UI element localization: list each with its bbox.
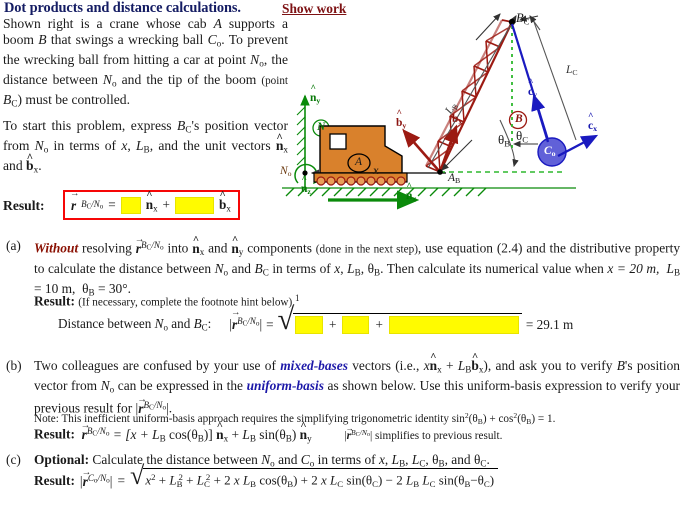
label-No: No: [280, 165, 292, 179]
problem-page: Dot products and distance calculations. …: [0, 0, 684, 512]
label-thetaC: θC: [516, 128, 529, 145]
part-c-marker: (c): [6, 452, 21, 467]
point-AB: [437, 169, 443, 175]
result-label-c: Result:: [34, 472, 75, 488]
plus-sign: +: [162, 197, 170, 212]
part-a-result-line: Result: (If necessary, complete the foot…: [34, 291, 300, 311]
crane-diagram: ny nz nx N No x A AB by bx B LB BC LC θB…: [276, 0, 684, 216]
part-c-result-line: Result: |rCo/No| = √ x2 + LB2 + LC2 + 2 …: [34, 461, 499, 493]
blank-input-nx[interactable]: [120, 196, 141, 214]
distance-magnitude-symbol: |rBC/No|: [229, 316, 262, 332]
unit-vector-nx: nx: [146, 197, 158, 214]
plus-sign-2: +: [375, 317, 383, 332]
r-superscript: BC/No: [81, 199, 104, 211]
label-thetaB: θB: [498, 132, 511, 149]
label-by: by: [396, 117, 406, 130]
r-vector-symbol: r: [70, 189, 80, 214]
cab-window: [329, 133, 347, 150]
label-frame-N: N: [317, 121, 326, 133]
part-b-marker: (b): [6, 358, 22, 373]
part-c-radicand: x2 + LB2 + LC2 + 2 x LB cos(θB) + 2 x LC…: [143, 468, 499, 493]
result-label-a: Result:: [34, 293, 75, 309]
label-Co: Co: [544, 145, 556, 159]
blank-input-bx[interactable]: [174, 196, 214, 214]
radical-sign-c: √: [130, 461, 145, 490]
footnote-marker: 1: [295, 293, 300, 303]
part-c-square-root: √ x2 + LB2 + LC2 + 2 x LB cos(θB) + 2 x …: [130, 461, 499, 493]
intro-paragraph-2: To start this problem, express BC's posi…: [3, 118, 288, 178]
footnote-hint: (If necessary, complete the footnote hin…: [78, 296, 296, 309]
equals-sign-distance: =: [266, 316, 274, 332]
label-body-B: B: [515, 113, 523, 125]
label-LC: LC: [566, 64, 578, 78]
result-label-b: Result:: [34, 426, 75, 442]
label-x-distance: x: [373, 165, 379, 177]
distance-equation-row: Distance between No and BC: |rBC/No| = √…: [58, 303, 574, 336]
radicand: + +: [293, 313, 522, 336]
part-b-formula: = [x + LB cos(θB)] nx + LB sin(θB) ny: [113, 427, 312, 444]
part-a-marker: (a): [6, 238, 21, 253]
label-body-A: A: [355, 156, 363, 168]
label-nz: nz: [301, 183, 311, 196]
blank-term-3[interactable]: [388, 316, 519, 334]
result-answer-box: rBC/No = nx + bx: [63, 189, 240, 220]
equals-sign: =: [108, 197, 116, 212]
distance-prefix: Distance between No and BC:: [58, 316, 212, 333]
part-b-tail-note: |rBC/No| simplifies to previous result.: [344, 428, 502, 442]
plus-sign-1: +: [329, 317, 337, 332]
unit-vector-bx: bx: [219, 197, 231, 214]
label-AB: AB: [448, 172, 461, 186]
page-title: Dot products and distance calculations.: [4, 0, 241, 16]
label-nx: nx: [406, 190, 416, 203]
intro-paragraph-1: Shown right is a crane whose cab A suppo…: [3, 16, 288, 109]
blank-term-2[interactable]: [342, 316, 370, 334]
result-label-main: Result:: [3, 198, 45, 213]
blank-term-1[interactable]: [295, 316, 323, 334]
label-cx: cx: [588, 120, 597, 133]
intro-text: Shown right is a crane whose cab A suppo…: [3, 16, 288, 184]
square-root: √ + +: [277, 303, 522, 336]
crane-diagram-svg: [282, 13, 599, 210]
crane-wheels: [316, 176, 406, 186]
part-c-magnitude: |rCo/No|: [80, 471, 113, 489]
label-ny: ny: [310, 92, 320, 105]
LC-dimension-line: [533, 21, 577, 141]
ground-hatching: [282, 187, 576, 197]
distance-result-value: = 29.1 m: [525, 316, 574, 332]
part-b-result-line: Result: rBC/No = [x + LB cos(θB)] nx + L…: [34, 424, 502, 447]
label-BC: BC: [516, 11, 530, 27]
cy-vector: [531, 93, 550, 143]
radical-sign: √: [277, 303, 294, 336]
label-cy: cy: [528, 86, 537, 99]
